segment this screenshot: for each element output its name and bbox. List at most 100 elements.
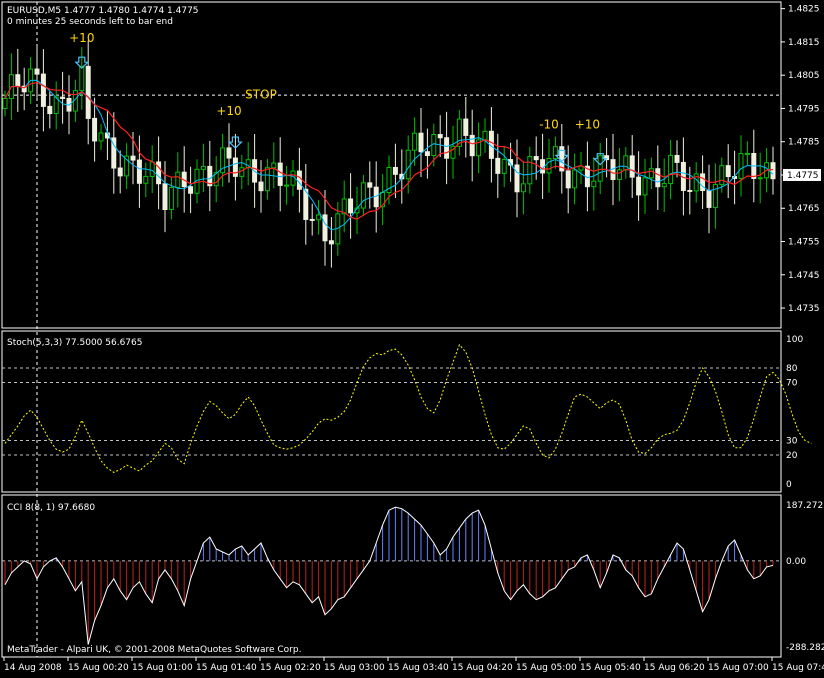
candle-body: [565, 170, 571, 189]
price-tick-label: 1.4735: [788, 304, 820, 314]
candle-body: [162, 183, 168, 210]
candle-body: [546, 158, 552, 174]
stoch-title: Stoch(5,3,3) 77.5000 56.6765: [7, 338, 142, 348]
candle-body: [629, 155, 635, 178]
candle-body: [412, 132, 418, 151]
candle-body: [117, 167, 123, 177]
candle-body: [444, 137, 450, 159]
candle-body: [85, 65, 91, 119]
time-tick-label: 15 Aug 01:00: [132, 663, 193, 673]
candle-body: [661, 183, 667, 188]
time-tick-label: 15 Aug 05:40: [580, 663, 641, 673]
candle-body: [47, 105, 53, 115]
candle-body: [725, 165, 731, 178]
candle-body: [738, 153, 744, 179]
cci-tick-label: 187.2727: [786, 501, 824, 511]
candle-body: [495, 157, 501, 174]
candle-body: [360, 182, 366, 209]
candle-body: [258, 181, 264, 192]
candle-body: [392, 166, 398, 175]
candle-body: [79, 65, 85, 92]
stoch-tick-label: 20: [786, 451, 798, 461]
candle-body: [284, 184, 290, 187]
candle-body: [136, 159, 142, 184]
stoch-tick-label: 0: [786, 480, 792, 490]
time-tick-label: 14 Aug 2008: [4, 663, 62, 673]
time-tick-label: 15 Aug 07:00: [708, 663, 769, 673]
bar-timer: 0 minutes 25 seconds left to bar end: [7, 17, 173, 27]
candle-body: [668, 154, 674, 185]
candle-body: [597, 155, 603, 182]
candle-body: [40, 73, 46, 107]
candle-body: [700, 173, 706, 191]
candle-body: [2, 97, 8, 109]
mt4-chart: +10 STOP +10 -10 +10 1.4825 1.4805 1.4785 1.476…: [0, 0, 824, 678]
candle-body: [92, 117, 98, 142]
candle-body: [636, 176, 642, 196]
time-tick-label: 15 Aug 03:40: [388, 663, 449, 673]
stoch-tick-label: 100: [786, 335, 803, 345]
candle-body: [463, 118, 469, 136]
cci-tick-label: 0.00: [786, 557, 806, 567]
price-tick-label: 1.4765: [788, 204, 820, 214]
candle-body: [328, 240, 334, 245]
candle-body: [226, 147, 232, 159]
trade-annotation: +10: [575, 117, 600, 131]
trade-annotation: +10: [69, 31, 94, 45]
candle-body: [757, 177, 763, 180]
candle-body: [367, 182, 373, 188]
candle-body: [527, 156, 533, 185]
stoch-tick-label: 70: [786, 379, 798, 389]
price-tick-label: 1.4785: [788, 138, 820, 148]
candle-body: [130, 155, 136, 161]
candle-body: [648, 168, 654, 179]
candle-body: [744, 152, 750, 155]
candle-body: [514, 164, 520, 193]
cci-title: CCI 8(8, 1) 97.6680: [7, 503, 95, 513]
candle-body: [34, 68, 40, 75]
candle-body: [175, 171, 181, 188]
time-tick-label: 15 Aug 06:20: [644, 663, 705, 673]
candle-body: [277, 162, 283, 186]
price-tick-label: 1.4815: [788, 38, 820, 48]
candle-body: [348, 198, 354, 214]
candle-body: [15, 74, 21, 87]
candle-body: [424, 151, 430, 157]
trade-annotation: -10: [539, 117, 559, 131]
candle-body: [687, 189, 693, 192]
candle-body: [60, 96, 66, 99]
candle-body: [623, 155, 629, 171]
stoch-tick-label: 30: [786, 437, 798, 447]
time-tick-label: 15 Aug 07:40: [772, 663, 824, 673]
trade-annotation: STOP: [245, 87, 277, 101]
candle-body: [232, 157, 238, 177]
candle-body: [706, 189, 712, 208]
candle-body: [501, 159, 507, 174]
trade-annotation: +10: [216, 104, 241, 118]
price-tick-label: 1.4825: [788, 5, 820, 15]
candle-body: [405, 149, 411, 180]
cci-tick-label: -288.2828: [786, 643, 824, 653]
candle-body: [591, 180, 597, 188]
time-tick-label: 15 Aug 04:20: [452, 663, 513, 673]
price-tick-label: 1.4745: [788, 271, 820, 281]
candle-body: [533, 156, 539, 161]
candle-body: [655, 168, 661, 188]
candle-body: [642, 177, 648, 196]
price-tick-label: 1.4795: [788, 104, 820, 114]
candle-body: [264, 167, 270, 192]
candle-body: [98, 132, 104, 142]
candle-body: [316, 214, 322, 221]
candle-body: [572, 169, 578, 189]
candle-body: [437, 134, 443, 139]
current-price-label: 1.4775: [787, 171, 819, 181]
candle-body: [719, 165, 725, 186]
price-tick-label: 1.4805: [788, 71, 820, 81]
candle-body: [168, 186, 174, 210]
candle-body: [322, 214, 328, 242]
time-tick-label: 15 Aug 03:00: [324, 663, 385, 673]
candle-body: [149, 161, 155, 177]
time-tick-label: 15 Aug 02:20: [260, 663, 321, 673]
copyright-footer: MetaTrader - Alpari UK, © 2001-2008 Meta…: [7, 645, 301, 655]
candle-body: [770, 162, 776, 180]
